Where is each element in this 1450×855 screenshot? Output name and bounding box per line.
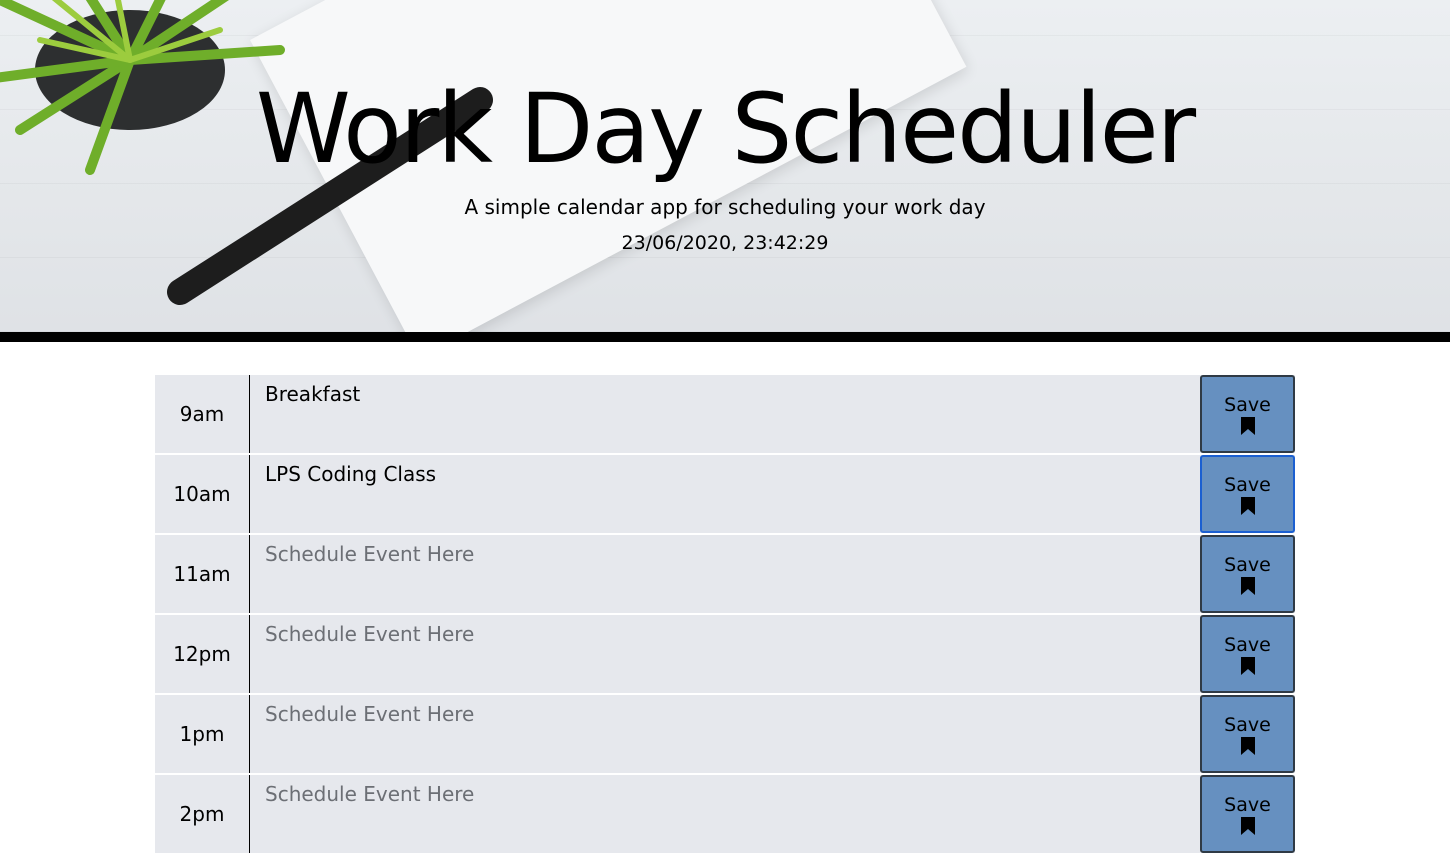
bookmark-icon — [1240, 816, 1255, 835]
page-title: Work Day Scheduler — [255, 73, 1196, 185]
time-block: 2pm Save — [155, 775, 1295, 853]
hour-label: 11am — [155, 535, 250, 613]
hour-label: 2pm — [155, 775, 250, 853]
save-button[interactable]: Save — [1200, 535, 1295, 613]
title-block: Work Day Scheduler A simple calendar app… — [0, 0, 1450, 256]
bookmark-icon — [1240, 416, 1255, 435]
event-input[interactable] — [250, 695, 1200, 773]
event-input[interactable] — [250, 775, 1200, 853]
save-label: Save — [1224, 793, 1271, 816]
event-input[interactable]: LPS Coding Class — [250, 455, 1200, 533]
bookmark-icon — [1240, 576, 1255, 595]
time-block: 10am LPS Coding Class Save — [155, 455, 1295, 533]
time-block: 1pm Save — [155, 695, 1295, 773]
event-input[interactable] — [250, 535, 1200, 613]
time-block: 9am Breakfast Save — [155, 375, 1295, 453]
save-button[interactable]: Save — [1200, 455, 1295, 533]
save-label: Save — [1224, 393, 1271, 416]
bookmark-icon — [1240, 496, 1255, 515]
hour-label: 1pm — [155, 695, 250, 773]
hour-label: 10am — [155, 455, 250, 533]
bookmark-icon — [1240, 736, 1255, 755]
page-subtitle: A simple calendar app for scheduling you… — [464, 195, 986, 219]
save-label: Save — [1224, 553, 1271, 576]
bookmark-icon — [1240, 656, 1255, 675]
time-block: 12pm Save — [155, 615, 1295, 693]
save-button[interactable]: Save — [1200, 695, 1295, 773]
current-datetime: 23/06/2020, 23:42:29 — [621, 232, 829, 254]
save-label: Save — [1224, 473, 1271, 496]
save-label: Save — [1224, 713, 1271, 736]
save-button[interactable]: Save — [1200, 775, 1295, 853]
hour-label: 9am — [155, 375, 250, 453]
schedule-container: 9am Breakfast Save 10am LPS Coding Class… — [155, 375, 1295, 855]
event-input[interactable] — [250, 615, 1200, 693]
header-banner: Work Day Scheduler A simple calendar app… — [0, 0, 1450, 342]
save-label: Save — [1224, 633, 1271, 656]
save-button[interactable]: Save — [1200, 375, 1295, 453]
event-input[interactable]: Breakfast — [250, 375, 1200, 453]
save-button[interactable]: Save — [1200, 615, 1295, 693]
hour-label: 12pm — [155, 615, 250, 693]
time-block: 11am Save — [155, 535, 1295, 613]
